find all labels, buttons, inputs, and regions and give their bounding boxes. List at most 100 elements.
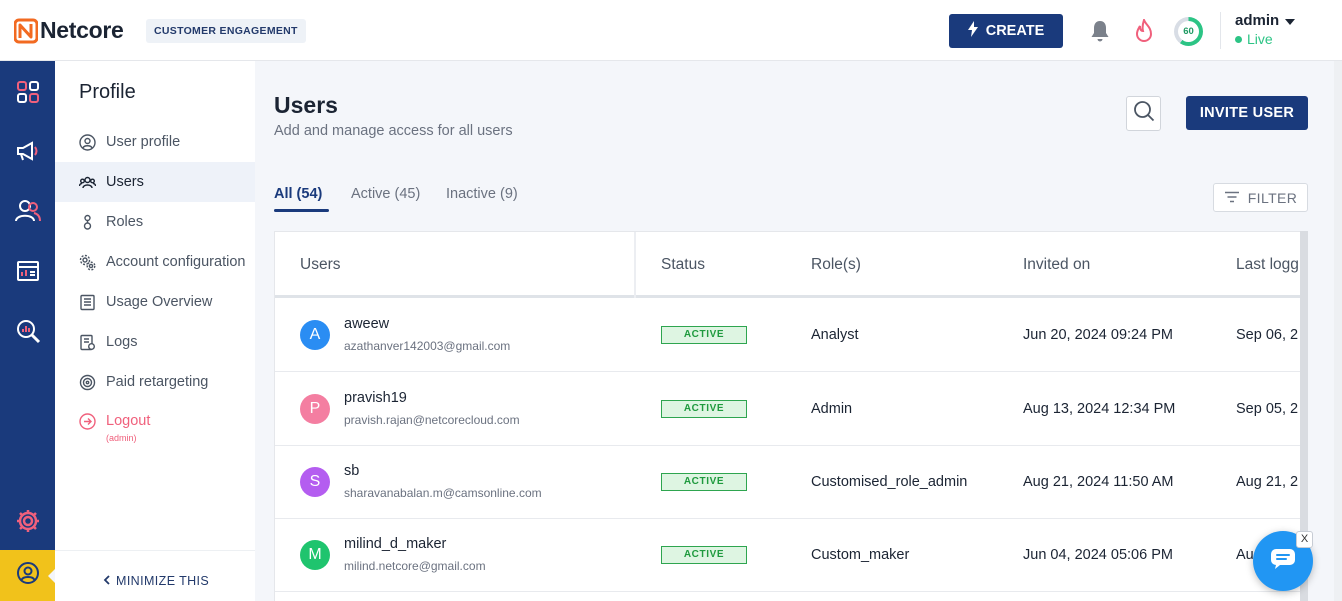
analytics-icon[interactable] xyxy=(14,317,41,344)
user-email: milind.netcore@gmail.com xyxy=(344,559,486,573)
invited-on: Aug 13, 2024 12:34 PM xyxy=(1023,401,1176,417)
minimize-sidebar-button[interactable]: MINIMIZE THIS xyxy=(103,574,209,588)
minimize-label: MINIMIZE THIS xyxy=(116,574,210,588)
user-role: Admin xyxy=(811,401,853,417)
user-email: pravish.rajan@netcorecloud.com xyxy=(344,413,520,427)
caret-down-icon xyxy=(1285,12,1296,29)
user-avatar: M xyxy=(300,540,330,570)
logout-icon xyxy=(79,412,96,430)
lightning-icon xyxy=(967,21,978,41)
search-button[interactable] xyxy=(1126,96,1161,131)
sidebar-item-label: Logs xyxy=(106,334,138,350)
chat-close-button[interactable]: X xyxy=(1296,531,1313,548)
user-role: Custom_maker xyxy=(811,547,910,563)
sidebar-item-label: Paid retargeting xyxy=(106,374,209,390)
create-button[interactable]: CREATE xyxy=(949,14,1063,48)
invite-user-button[interactable]: INVITE USER xyxy=(1186,96,1308,130)
bell-icon[interactable] xyxy=(1088,19,1112,48)
last-login: Sep 06, 2 xyxy=(1236,327,1299,343)
filter-icon xyxy=(1224,190,1240,206)
chevron-left-icon xyxy=(103,574,110,588)
create-label: CREATE xyxy=(985,23,1045,39)
top-header: Netcore CUSTOMER ENGAGEMENT CREATE 60 ad… xyxy=(0,0,1342,61)
logout-label: Logout xyxy=(106,413,151,429)
users-group-icon xyxy=(79,174,96,191)
invited-on: Jun 20, 2024 09:24 PM xyxy=(1023,327,1173,343)
logs-icon xyxy=(79,334,96,351)
account-status: Live xyxy=(1235,31,1273,47)
tab-active[interactable]: Active (45) xyxy=(351,186,420,202)
table-header: Users Status Role(s) Invited on Last log… xyxy=(275,232,1307,298)
netcore-logo[interactable]: Netcore xyxy=(13,17,124,44)
account-menu[interactable]: admin xyxy=(1235,12,1296,29)
user-avatar: P xyxy=(300,394,330,424)
logout-sub-label: (admin) xyxy=(106,433,137,443)
dashboard-icon[interactable] xyxy=(14,78,41,105)
netcore-logo-mark xyxy=(13,18,39,44)
sidebar-item-usage-overview[interactable]: Usage Overview xyxy=(55,282,255,322)
profile-sidebar: Profile User profile Users Roles Account… xyxy=(55,61,255,601)
sidebar-item-logs[interactable]: Logs xyxy=(55,322,255,362)
score-value: 60 xyxy=(1178,21,1199,42)
chat-bubble-icon xyxy=(1270,548,1296,575)
invited-on: Jun 04, 2024 05:06 PM xyxy=(1023,547,1173,563)
profile-avatar-button[interactable] xyxy=(0,550,56,601)
column-header-users[interactable]: Users xyxy=(300,256,340,274)
score-ring[interactable]: 60 xyxy=(1174,17,1203,46)
users-table: Users Status Role(s) Invited on Last log… xyxy=(274,231,1308,601)
left-rail xyxy=(0,61,56,601)
sidebar-item-user-profile[interactable]: User profile xyxy=(55,122,255,162)
sidebar-item-roles[interactable]: Roles xyxy=(55,202,255,242)
user-role: Analyst xyxy=(811,327,859,343)
filter-button[interactable]: FILTER xyxy=(1213,183,1308,212)
last-login: Au xyxy=(1236,547,1254,563)
sidebar-item-users[interactable]: Users xyxy=(55,162,255,202)
sidebar-item-label: User profile xyxy=(106,134,181,150)
user-email: azathanver142003@gmail.com xyxy=(344,339,511,353)
user-name[interactable]: milind_d_maker xyxy=(344,536,446,552)
user-name[interactable]: pravish19 xyxy=(344,390,407,406)
user-avatar: S xyxy=(300,467,330,497)
sidebar-title: Profile xyxy=(79,81,136,103)
column-header-last-login[interactable]: Last logg xyxy=(1236,256,1299,274)
status-badge: ACTIVE xyxy=(661,326,747,344)
document-icon xyxy=(79,294,96,311)
invited-on: Aug 21, 2024 11:50 AM xyxy=(1023,474,1174,490)
status-badge: ACTIVE xyxy=(661,473,747,491)
column-divider xyxy=(634,232,636,298)
sidebar-item-account-configuration[interactable]: Account configuration xyxy=(55,242,255,282)
tab-inactive[interactable]: Inactive (9) xyxy=(446,186,518,202)
settings-icon[interactable] xyxy=(14,507,41,534)
user-name[interactable]: sb xyxy=(344,463,359,479)
table-row[interactable]: A aweew azathanver142003@gmail.com ACTIV… xyxy=(275,298,1307,372)
column-header-status[interactable]: Status xyxy=(661,256,705,274)
page-scrollbar[interactable] xyxy=(1334,61,1342,601)
reports-icon[interactable] xyxy=(14,257,41,284)
sidebar-divider xyxy=(55,550,255,551)
sidebar-item-label: Users xyxy=(106,174,144,190)
sidebar-item-label: Roles xyxy=(106,214,144,230)
sidebar-item-paid-retargeting[interactable]: Paid retargeting xyxy=(55,362,255,402)
table-row[interactable]: M milind_d_maker milind.netcore@gmail.co… xyxy=(275,518,1307,592)
roles-icon xyxy=(79,214,96,231)
account-status-label: Live xyxy=(1247,31,1273,47)
target-icon xyxy=(79,374,96,391)
logout-button[interactable]: Logout xyxy=(55,401,255,441)
user-circle-icon xyxy=(79,133,96,151)
header-divider xyxy=(1220,12,1221,49)
megaphone-icon[interactable] xyxy=(14,137,41,164)
page-title: Users xyxy=(274,92,338,118)
tab-all[interactable]: All (54) xyxy=(274,186,322,202)
user-role: Customised_role_admin xyxy=(811,474,968,490)
profile-icon xyxy=(16,561,40,590)
page-subtitle: Add and manage access for all users xyxy=(274,123,513,139)
column-header-invited-on[interactable]: Invited on xyxy=(1023,256,1090,274)
table-row[interactable]: S sb sharavanabalan.m@camsonline.com ACT… xyxy=(275,445,1307,519)
column-header-roles[interactable]: Role(s) xyxy=(811,256,861,274)
users-icon[interactable] xyxy=(14,197,41,224)
brand-name: Netcore xyxy=(40,17,124,43)
table-row[interactable]: P pravish19 pravish.rajan@netcorecloud.c… xyxy=(275,372,1307,446)
user-name[interactable]: aweew xyxy=(344,316,389,332)
fire-icon[interactable] xyxy=(1134,17,1154,48)
search-icon xyxy=(1133,100,1155,127)
